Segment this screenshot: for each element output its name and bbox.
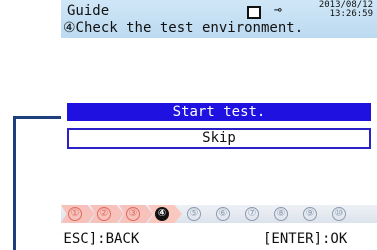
step-10-label: ⑩ bbox=[332, 207, 346, 221]
skip-button[interactable]: Skip bbox=[67, 128, 371, 149]
step-1-label: ① bbox=[68, 207, 82, 221]
page-title: Guide bbox=[67, 3, 110, 19]
datetime: 2013/08/12 13:26:59 bbox=[299, 1, 373, 19]
step-3-label: ③ bbox=[126, 207, 140, 221]
step-7-label: ⑦ bbox=[245, 207, 259, 221]
device-screen: Guide ⊸ 2013/08/12 13:26:59 ④Check the t… bbox=[61, 0, 377, 250]
step-9-label: ⑨ bbox=[303, 207, 317, 221]
ok-hint: [ENTER]:OK bbox=[263, 231, 348, 247]
power-plug-icon: ⊸ bbox=[274, 3, 282, 18]
start-test-button[interactable]: Start test. bbox=[67, 103, 371, 121]
step-8-label: ⑧ bbox=[274, 207, 288, 221]
step-4-label: ④ bbox=[155, 207, 169, 221]
battery-icon bbox=[247, 6, 261, 19]
leader-line-horizontal bbox=[13, 116, 61, 119]
leader-line-vertical bbox=[13, 116, 16, 250]
step-instruction: ④Check the test environment. bbox=[63, 20, 304, 36]
step-5-label: ⑤ bbox=[187, 207, 201, 221]
time-text: 13:26:59 bbox=[329, 9, 373, 19]
back-hint: [ESC]:BACK bbox=[61, 231, 140, 247]
step-2-label: ② bbox=[97, 207, 111, 221]
step-6-label: ⑥ bbox=[216, 207, 230, 221]
step-progress-bar: ① ② ③ ④ ⑤ ⑥ ⑦ ⑧ ⑨ ⑩ bbox=[61, 205, 377, 223]
header-bar: Guide ⊸ 2013/08/12 13:26:59 ④Check the t… bbox=[61, 0, 377, 38]
footer-bar: [ESC]:BACK [ENTER]:OK bbox=[61, 228, 377, 250]
